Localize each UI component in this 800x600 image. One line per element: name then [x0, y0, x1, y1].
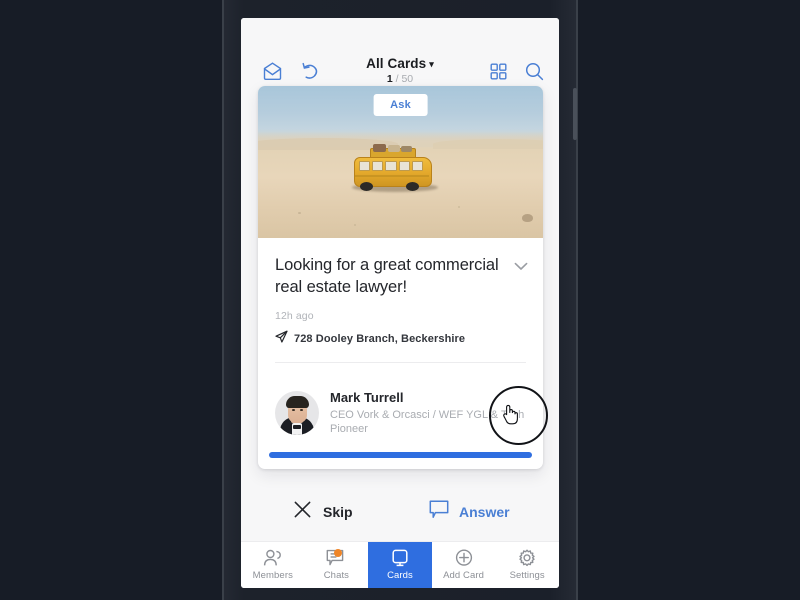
nav-item-chats[interactable]: Chats	[305, 542, 369, 588]
settings-icon	[517, 549, 537, 567]
bus-side-stripe	[355, 175, 429, 177]
phone-screen: All Cards ▾ 1 / 50 Ask Looking for a gre…	[241, 18, 559, 588]
app-top-bar: All Cards ▾ 1 / 50	[241, 18, 559, 85]
pointing-hand-cursor	[502, 404, 521, 426]
skip-button[interactable]: Skip	[293, 500, 353, 524]
avatar-eye-left	[292, 408, 295, 411]
card-title: Looking for a great commercial real esta…	[275, 256, 499, 296]
hero-sand-speck	[298, 212, 301, 214]
avatar-hair	[286, 395, 309, 408]
add-card-icon	[454, 549, 474, 567]
card-location-text: 728 Dooley Branch, Beckershire	[294, 333, 466, 345]
nav-label-settings: Settings	[509, 570, 545, 581]
hero-sand-speck	[458, 206, 460, 208]
cards-icon	[390, 549, 410, 567]
card-progress-bar	[269, 452, 532, 458]
card-counter-current: 1	[386, 73, 393, 85]
nav-label-members: Members	[252, 570, 293, 581]
hero-sand-speck	[354, 224, 356, 226]
hero-dune-right	[433, 139, 543, 150]
answer-button[interactable]: Answer	[429, 500, 510, 524]
close-x-icon	[293, 500, 312, 524]
card-body: Looking for a great commercial real esta…	[258, 238, 543, 377]
bus-luggage-2	[388, 145, 400, 152]
nav-item-add-card[interactable]: Add Card	[432, 542, 496, 588]
chevron-down-icon: ▾	[429, 59, 434, 69]
send-location-icon	[275, 330, 288, 348]
nav-label-add-card: Add Card	[443, 570, 485, 581]
nav-label-cards: Cards	[387, 570, 413, 581]
hero-rock	[522, 214, 533, 222]
avatar-eye-right	[300, 408, 303, 411]
bus-front-wheel	[360, 182, 373, 191]
phone-side-button[interactable]	[573, 88, 577, 140]
card-timestamp: 12h ago	[275, 310, 314, 322]
cards-filter-label: All Cards	[366, 56, 427, 71]
answer-label: Answer	[459, 504, 510, 520]
card-counter-total: 50	[401, 73, 414, 85]
nav-item-cards[interactable]: Cards	[368, 542, 432, 588]
nav-label-chats: Chats	[323, 570, 350, 581]
search-icon[interactable]	[517, 54, 551, 88]
members-icon	[263, 549, 283, 567]
card-action-row: Skip Answer	[241, 488, 559, 546]
bus-rear-wheel	[406, 182, 419, 191]
phone-frame-left-edge	[222, 0, 224, 600]
bus-windows	[359, 161, 424, 171]
speech-bubble-icon	[429, 500, 449, 524]
chevron-down-icon[interactable]	[514, 258, 528, 270]
card-progress-track	[258, 450, 543, 469]
card-counter-separator: /	[395, 73, 399, 85]
card-location: 728 Dooley Branch, Beckershire	[275, 330, 526, 348]
card-divider	[275, 362, 526, 363]
bottom-navigation-bar: Members Chats Cards Add Card Settings	[241, 541, 559, 588]
avatar-bowtie	[293, 424, 301, 429]
card-hero-image: Ask	[258, 86, 543, 238]
nav-item-members[interactable]: Members	[241, 542, 305, 588]
ask-badge: Ask	[373, 94, 428, 116]
skip-label: Skip	[323, 504, 353, 520]
grid-view-icon[interactable]	[481, 54, 515, 88]
bus-luggage-1	[373, 144, 386, 152]
bus-luggage-3	[401, 146, 412, 152]
nav-item-settings[interactable]: Settings	[495, 542, 559, 588]
avatar	[275, 390, 319, 435]
toy-bus-illustration	[350, 144, 438, 192]
